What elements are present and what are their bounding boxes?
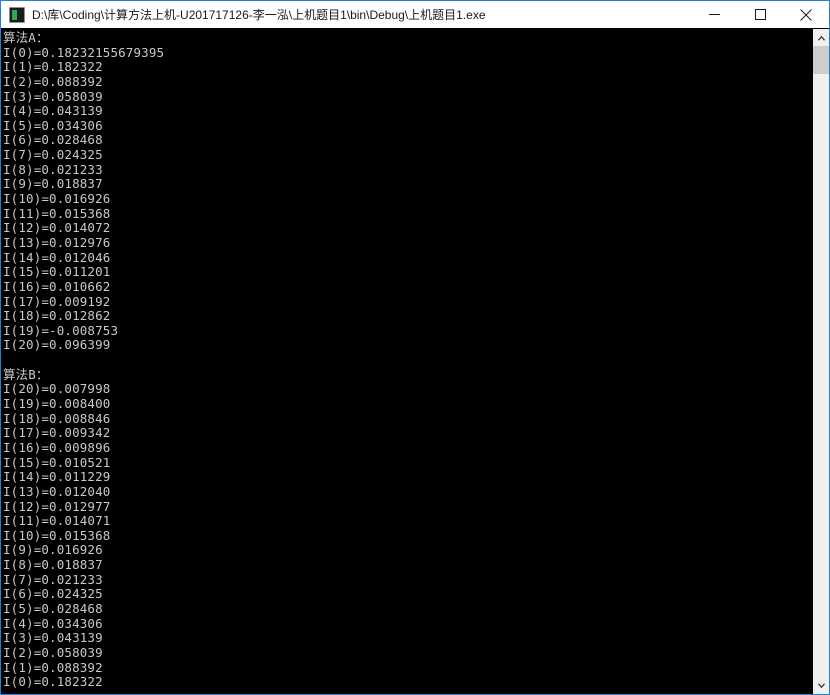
console-app-icon [9,6,25,23]
scroll-down-button[interactable] [813,677,829,694]
chevron-up-icon [817,35,825,40]
console-output[interactable]: 算法A： I(0)=0.18232155679395 I(1)=0.182322… [1,29,812,694]
minimize-icon [708,14,720,15]
maximize-button[interactable] [737,1,783,28]
vertical-scrollbar[interactable] [812,29,829,694]
scrollbar-thumb[interactable] [813,46,829,74]
window-controls [691,1,829,28]
window-title: D:\库\Coding\计算方法上机-U201717126-李一泓\上机题目1\… [32,7,486,22]
close-icon [800,8,812,21]
chevron-down-icon [817,683,825,688]
title-bar[interactable]: D:\库\Coding\计算方法上机-U201717126-李一泓\上机题目1\… [1,1,829,28]
scroll-up-button[interactable] [813,29,829,46]
maximize-icon [754,9,766,20]
scrollbar-track[interactable] [813,46,829,677]
minimize-button[interactable] [691,1,737,28]
close-button[interactable] [783,1,829,28]
console-window: D:\库\Coding\计算方法上机-U201717126-李一泓\上机题目1\… [0,0,830,695]
console-area: 算法A： I(0)=0.18232155679395 I(1)=0.182322… [1,28,829,694]
